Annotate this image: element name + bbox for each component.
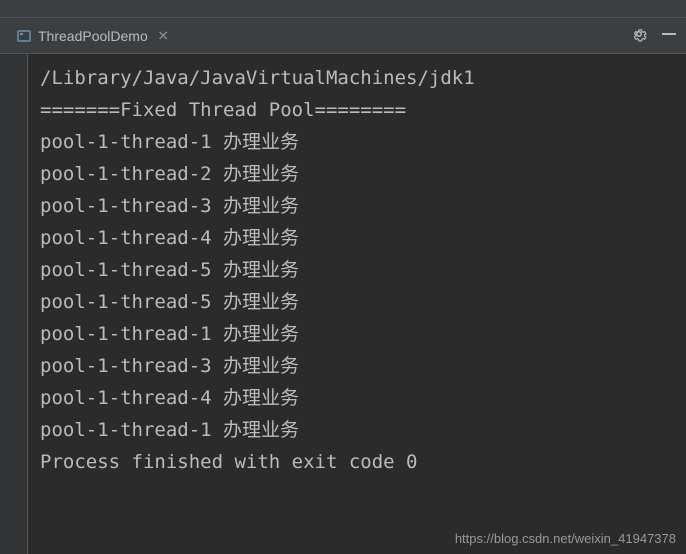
console-line: Process finished with exit code 0 [40,446,674,478]
tab-bar: ThreadPoolDemo × [0,18,686,54]
console-line: pool-1-thread-2 办理业务 [40,158,674,190]
console-line: =======Fixed Thread Pool======== [40,94,674,126]
run-tab[interactable]: ThreadPoolDemo × [8,21,181,50]
console-line: /Library/Java/JavaVirtualMachines/jdk1 [40,62,674,94]
left-gutter [0,54,28,554]
gear-icon[interactable] [630,25,648,47]
minimize-icon[interactable] [660,25,678,47]
close-icon[interactable]: × [154,25,173,46]
console-line: pool-1-thread-3 办理业务 [40,350,674,382]
console-line: pool-1-thread-4 办理业务 [40,222,674,254]
console-line: pool-1-thread-1 办理业务 [40,414,674,446]
gutter-marker[interactable] [2,60,26,84]
top-toolbar-strip [0,0,686,18]
console-line: pool-1-thread-1 办理业务 [40,318,674,350]
run-config-icon [16,28,32,44]
console-output[interactable]: /Library/Java/JavaVirtualMachines/jdk1 =… [28,54,686,554]
console-line: pool-1-thread-5 办理业务 [40,254,674,286]
toolbar-right [630,25,678,47]
watermark: https://blog.csdn.net/weixin_41947378 [455,531,676,546]
console-line: pool-1-thread-1 办理业务 [40,126,674,158]
console-line: pool-1-thread-5 办理业务 [40,286,674,318]
console-line: pool-1-thread-3 办理业务 [40,190,674,222]
gutter-marker[interactable] [2,90,26,114]
console-line: pool-1-thread-4 办理业务 [40,382,674,414]
tab-title: ThreadPoolDemo [38,28,148,44]
gutter-marker[interactable] [2,120,26,144]
